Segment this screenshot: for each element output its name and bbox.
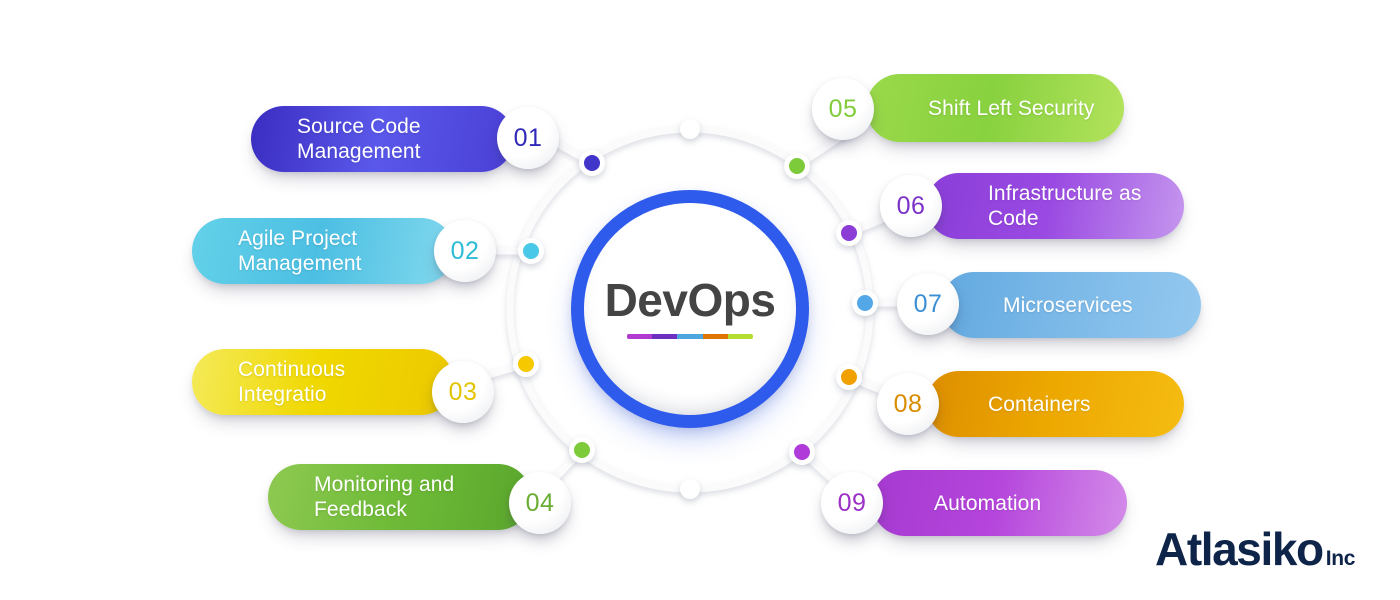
- node-pill-04[interactable]: Monitoring and Feedback: [268, 464, 531, 530]
- node-number-07[interactable]: 07: [897, 273, 959, 335]
- node-number-label-04: 04: [525, 488, 555, 517]
- node-number-04[interactable]: 04: [509, 472, 571, 534]
- node-number-label-02: 02: [450, 236, 480, 265]
- node-number-label-08: 08: [893, 389, 923, 418]
- node-label-04: Monitoring and Feedback: [314, 473, 455, 521]
- node-label-06: Infrastructure as Code: [988, 182, 1142, 230]
- node-number-06[interactable]: 06: [880, 175, 942, 237]
- node-label-08: Containers: [988, 392, 1091, 416]
- node-number-09[interactable]: 09: [821, 472, 883, 534]
- node-number-03[interactable]: 03: [432, 361, 494, 423]
- node-number-02[interactable]: 02: [434, 220, 496, 282]
- node-number-label-05: 05: [828, 94, 858, 123]
- node-pill-01[interactable]: Source Code Management: [251, 106, 514, 172]
- brand-logo: Atlasiko Inc: [1155, 523, 1356, 575]
- infographic-canvas: Source Code Management 01 Agile Project …: [0, 0, 1400, 600]
- node-pill-02[interactable]: Agile Project Management: [192, 218, 454, 284]
- node-number-label-01: 01: [513, 123, 543, 152]
- node-pill-05[interactable]: Shift Left Security: [866, 74, 1124, 142]
- node-number-01[interactable]: 01: [497, 107, 559, 169]
- node-number-label-09: 09: [837, 488, 867, 517]
- node-pill-06[interactable]: Infrastructure as Code: [926, 173, 1184, 239]
- brand-name: Atlasiko: [1155, 523, 1324, 575]
- node-number-label-06: 06: [896, 191, 926, 220]
- node-label-02: Agile Project Management: [238, 227, 362, 275]
- node-label-05: Shift Left Security: [928, 96, 1095, 120]
- center-title: DevOps: [604, 274, 776, 326]
- brand-suffix: Inc: [1325, 547, 1356, 570]
- node-label-09: Automation: [934, 491, 1042, 515]
- node-number-05[interactable]: 05: [812, 78, 874, 140]
- node-pill-03[interactable]: Continuous Integratio: [192, 349, 454, 415]
- node-label-07: Microservices: [1003, 293, 1133, 317]
- node-pill-09[interactable]: Automation: [872, 470, 1127, 536]
- node-label-03: Continuous Integratio: [238, 358, 346, 406]
- node-number-08[interactable]: 08: [877, 373, 939, 435]
- node-number-label-03: 03: [448, 377, 478, 406]
- node-pill-07[interactable]: Microservices: [941, 272, 1201, 338]
- node-label-01: Source Code Management: [297, 115, 421, 163]
- center-underline-bar: [627, 334, 753, 339]
- node-pill-08[interactable]: Containers: [926, 371, 1184, 437]
- node-number-label-07: 07: [913, 289, 943, 318]
- center-emblem: DevOps: [571, 190, 809, 428]
